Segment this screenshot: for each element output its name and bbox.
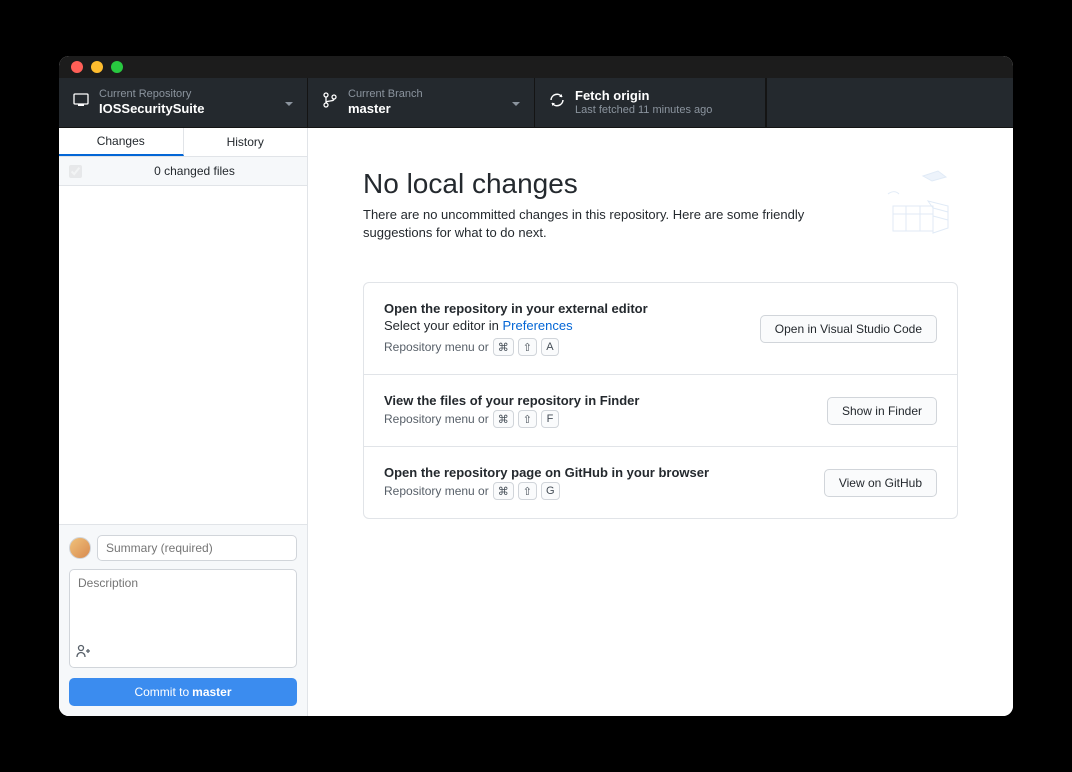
current-repository-dropdown[interactable]: Current Repository IOSSecuritySuite	[59, 78, 308, 127]
caret-down-icon	[285, 94, 293, 112]
changes-header: 0 changed files	[59, 157, 307, 186]
tab-changes[interactable]: Changes	[59, 128, 184, 156]
card-action-button[interactable]: Show in Finder	[827, 397, 937, 425]
toolbar: Current Repository IOSSecuritySuite Curr…	[59, 78, 1013, 128]
sidebar-tabs: Changes History	[59, 128, 307, 157]
branch-label: Current Branch	[348, 88, 502, 101]
toolbar-spacer	[766, 78, 1013, 127]
keyboard-key: ⇧	[518, 410, 537, 428]
keyboard-key: ⌘	[493, 410, 514, 428]
avatar	[69, 537, 91, 559]
card-shortcut: Repository menu or⌘⇧F	[384, 410, 807, 428]
add-coauthors-button[interactable]	[70, 640, 296, 667]
card-shortcut: Repository menu or⌘⇧G	[384, 482, 804, 500]
git-branch-icon	[322, 92, 338, 113]
suggestion-card: Open the repository in your external edi…	[364, 283, 957, 375]
card-shortcut: Repository menu or⌘⇧A	[384, 338, 740, 356]
fetch-status: Last fetched 11 minutes ago	[575, 104, 751, 117]
suggestion-card: Open the repository page on GitHub in yo…	[364, 447, 957, 518]
card-title: Open the repository in your external edi…	[384, 301, 740, 316]
commit-panel: Commit to master	[59, 524, 307, 716]
repo-icon	[73, 92, 89, 113]
titlebar	[59, 56, 1013, 78]
keyboard-key: ⌘	[493, 338, 514, 356]
preferences-link[interactable]: Preferences	[503, 318, 573, 333]
select-all-checkbox[interactable]	[69, 165, 82, 178]
card-subtitle: Select your editor in Preferences	[384, 318, 740, 333]
branch-name: master	[348, 101, 502, 117]
window-minimize-button[interactable]	[91, 61, 103, 73]
repo-label: Current Repository	[99, 88, 275, 101]
hero-illustration	[873, 166, 958, 241]
changed-files-count: 0 changed files	[92, 164, 297, 178]
app-window: Current Repository IOSSecuritySuite Curr…	[59, 56, 1013, 716]
caret-down-icon	[512, 94, 520, 112]
tab-history[interactable]: History	[184, 128, 308, 156]
sidebar: Changes History 0 changed files	[59, 128, 308, 716]
window-maximize-button[interactable]	[111, 61, 123, 73]
card-action-button[interactable]: View on GitHub	[824, 469, 937, 497]
page-title: No local changes	[363, 168, 958, 200]
card-title: View the files of your repository in Fin…	[384, 393, 807, 408]
repo-name: IOSSecuritySuite	[99, 101, 275, 117]
keyboard-key: F	[541, 410, 559, 428]
card-title: Open the repository page on GitHub in yo…	[384, 465, 804, 480]
current-branch-dropdown[interactable]: Current Branch master	[308, 78, 535, 127]
window-close-button[interactable]	[71, 61, 83, 73]
card-action-button[interactable]: Open in Visual Studio Code	[760, 315, 937, 343]
main-area: Changes History 0 changed files	[59, 128, 1013, 716]
keyboard-key: A	[541, 338, 559, 356]
commit-button-branch: master	[192, 685, 231, 699]
content-area: No local changes There are no uncommitte…	[308, 128, 1013, 716]
keyboard-key: ⇧	[518, 482, 537, 500]
commit-button[interactable]: Commit to master	[69, 678, 297, 706]
page-subtitle: There are no uncommitted changes in this…	[363, 206, 873, 242]
keyboard-key: ⇧	[518, 338, 537, 356]
commit-description-input[interactable]	[70, 570, 296, 640]
fetch-label: Fetch origin	[575, 88, 751, 104]
sync-icon	[549, 92, 565, 113]
suggestion-cards: Open the repository in your external edi…	[363, 282, 958, 519]
fetch-origin-button[interactable]: Fetch origin Last fetched 11 minutes ago	[535, 78, 766, 127]
commit-button-prefix: Commit to	[134, 685, 189, 699]
keyboard-key: G	[541, 482, 560, 500]
keyboard-key: ⌘	[493, 482, 514, 500]
commit-summary-input[interactable]	[97, 535, 297, 561]
changes-list	[59, 186, 307, 524]
suggestion-card: View the files of your repository in Fin…	[364, 375, 957, 447]
